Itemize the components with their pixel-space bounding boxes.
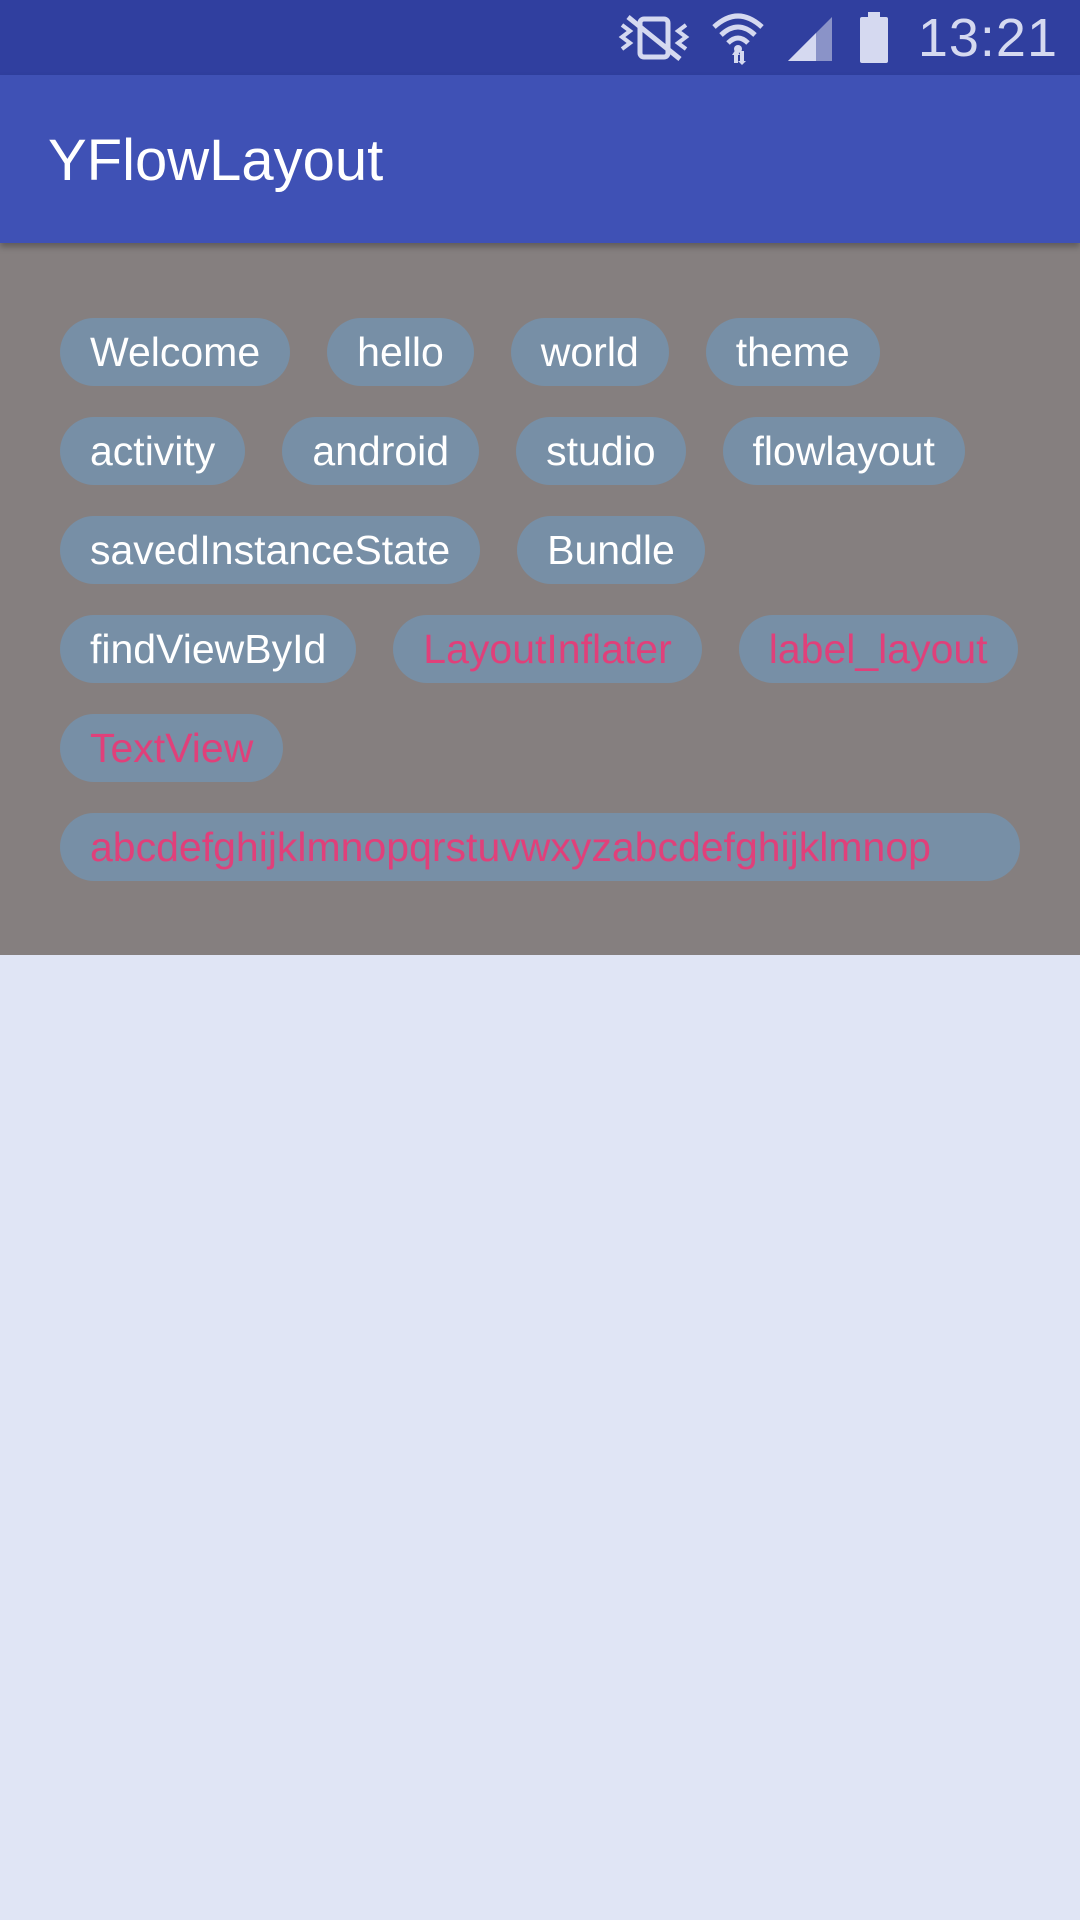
tag-chip[interactable]: theme <box>705 318 880 386</box>
tag-chip[interactable]: hello <box>327 318 474 386</box>
cell-signal-icon <box>786 13 836 63</box>
tag-chip[interactable]: studio <box>516 417 686 485</box>
tag-chip[interactable]: Welcome <box>60 318 291 386</box>
status-icons: 13:21 <box>618 0 1058 75</box>
status-bar: 13:21 <box>0 0 1080 75</box>
app-title: YFlowLayout <box>48 128 384 193</box>
tag-chip[interactable]: TextView <box>60 714 284 782</box>
tag-chip[interactable]: flowlayout <box>722 417 965 485</box>
status-clock: 13:21 <box>917 7 1058 68</box>
flow-layout-panel: Welcome hello world theme activity android stu… <box>0 243 1080 955</box>
tag-chip[interactable]: savedInstanceState <box>60 516 481 584</box>
tag-chip[interactable]: LayoutInflater <box>393 615 702 683</box>
tag-chip[interactable]: activity <box>60 417 246 485</box>
battery-icon <box>858 11 890 64</box>
tag-chip[interactable]: Bundle <box>517 516 705 584</box>
tag-chip[interactable]: world <box>510 318 669 386</box>
tag-chip[interactable]: findViewById <box>60 615 357 683</box>
tag-chip[interactable]: android <box>282 417 480 485</box>
mute-vibrate-icon <box>618 13 690 63</box>
flow-layout: Welcome hello world theme activity android stu… <box>60 318 1030 881</box>
wifi-icon <box>712 11 764 65</box>
tag-chip[interactable]: label_layout <box>738 615 1018 683</box>
tag-chip[interactable]: abcdefghijklmnopqrstuvwxyzabcdefghijklmn… <box>60 813 1020 881</box>
app-bar: YFlowLayout <box>0 75 1080 243</box>
